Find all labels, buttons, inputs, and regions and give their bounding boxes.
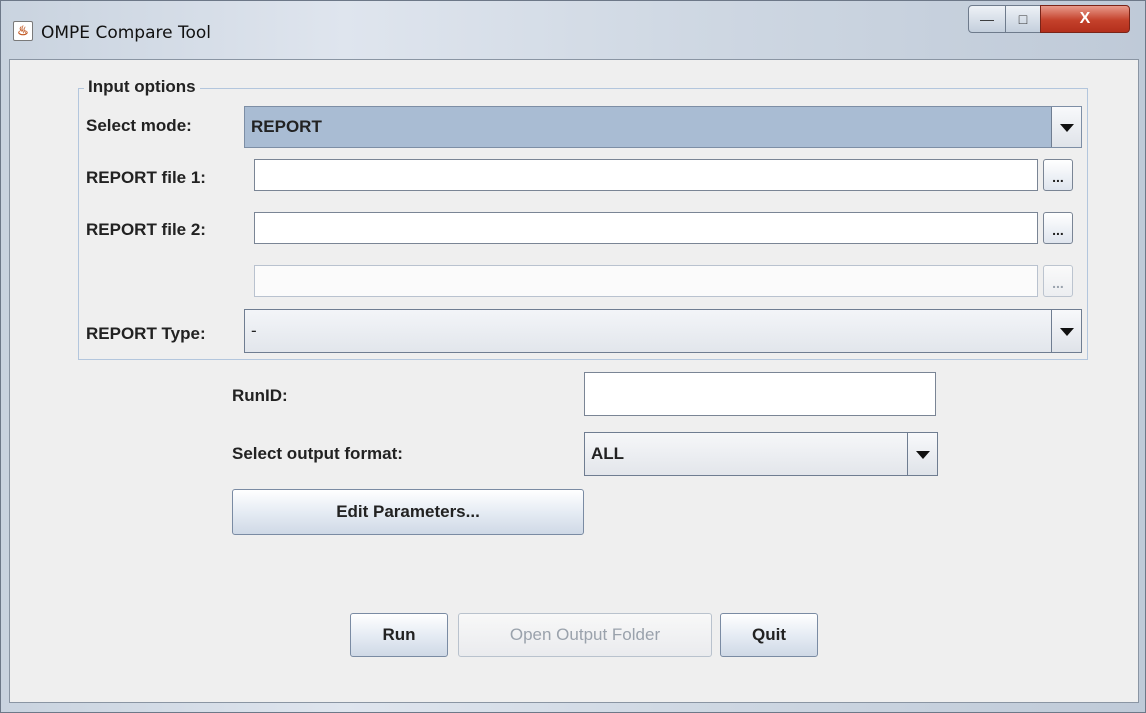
output-format-label: Select output format: xyxy=(232,444,403,463)
runid-label: RunID: xyxy=(232,386,288,405)
runid-input[interactable] xyxy=(584,372,936,416)
maximize-icon: □ xyxy=(1018,11,1028,27)
window-title: OMPE Compare Tool xyxy=(41,23,211,43)
report-file3-input xyxy=(254,265,1038,297)
report-file1-browse-button[interactable]: ... xyxy=(1043,159,1073,191)
report-type-label: REPORT Type: xyxy=(86,324,206,343)
close-icon: X xyxy=(1079,10,1091,27)
open-output-folder-button: Open Output Folder xyxy=(458,613,712,657)
report-file2-input[interactable] xyxy=(254,212,1038,244)
report-file2-label: REPORT file 2: xyxy=(86,220,206,239)
report-file1-label: REPORT file 1: xyxy=(86,168,206,187)
maximize-button[interactable]: □ xyxy=(1005,5,1041,33)
minimize-button[interactable]: — xyxy=(968,5,1006,33)
report-file3-browse-button: ... xyxy=(1043,265,1073,297)
chevron-down-icon[interactable] xyxy=(1051,107,1081,147)
java-app-icon: ♨ xyxy=(13,21,33,41)
report-file2-browse-button[interactable]: ... xyxy=(1043,212,1073,244)
select-mode-label: Select mode: xyxy=(86,116,192,135)
quit-button[interactable]: Quit xyxy=(720,613,818,657)
chevron-down-icon[interactable] xyxy=(1051,310,1081,352)
chevron-down-icon[interactable] xyxy=(907,433,937,475)
output-format-combo[interactable]: ALL xyxy=(584,432,938,476)
report-file1-input[interactable] xyxy=(254,159,1038,191)
select-mode-value: REPORT xyxy=(251,117,322,136)
select-mode-combo[interactable]: REPORT xyxy=(244,106,1082,148)
report-type-combo[interactable]: - xyxy=(244,309,1082,353)
run-button[interactable]: Run xyxy=(350,613,448,657)
report-type-value: - xyxy=(251,321,257,340)
edit-parameters-button[interactable]: Edit Parameters... xyxy=(232,489,584,535)
close-button[interactable]: X xyxy=(1040,5,1130,33)
output-format-value: ALL xyxy=(591,444,625,463)
input-options-title: Input options xyxy=(84,77,200,97)
minimize-icon: — xyxy=(980,11,994,27)
title-bar[interactable]: ♨ OMPE Compare Tool — □ X xyxy=(1,1,1145,57)
main-window: ♨ OMPE Compare Tool — □ X Input options … xyxy=(0,0,1146,713)
content-panel: Input options Select mode: REPORT REPORT… xyxy=(9,59,1139,703)
